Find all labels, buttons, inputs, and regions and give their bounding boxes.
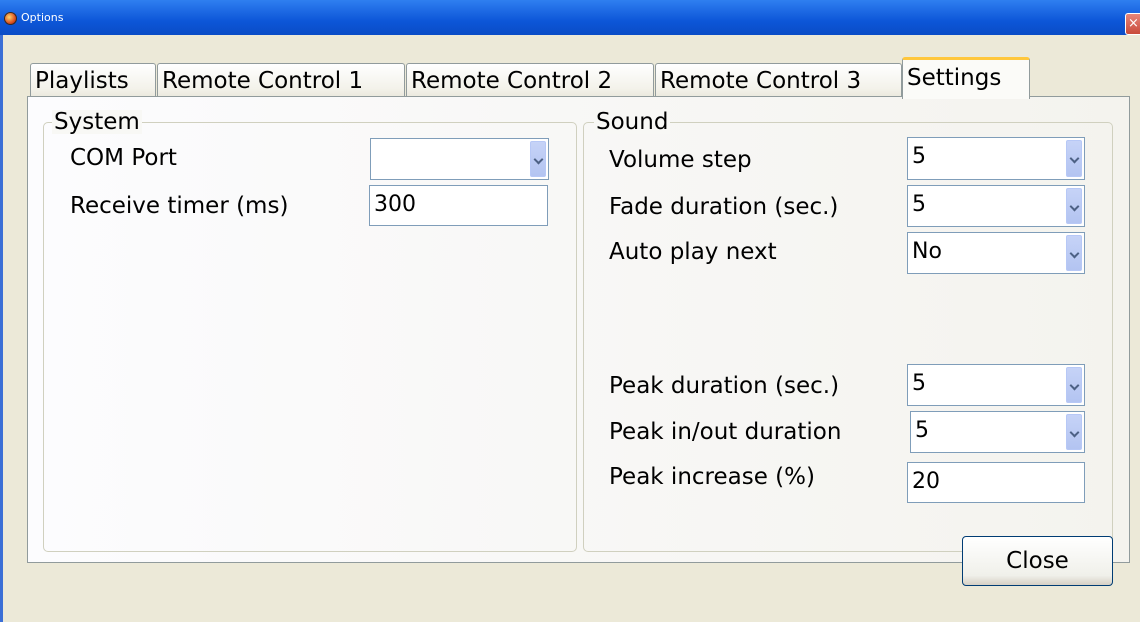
peak-inout-value: 5 bbox=[915, 418, 929, 443]
system-legend: System bbox=[52, 109, 142, 135]
window-title: Options bbox=[21, 11, 64, 24]
chevron-down-icon[interactable] bbox=[1066, 235, 1082, 271]
receive-timer-input[interactable]: 300 bbox=[369, 185, 548, 226]
peak-duration-select[interactable]: 5 bbox=[907, 364, 1085, 406]
peak-duration-value: 5 bbox=[912, 371, 926, 396]
chevron-down-icon[interactable] bbox=[1066, 367, 1082, 403]
peak-increase-input[interactable]: 20 bbox=[907, 462, 1085, 503]
volume-step-label: Volume step bbox=[609, 147, 752, 173]
chevron-down-icon[interactable] bbox=[1066, 188, 1082, 224]
chevron-down-icon[interactable] bbox=[530, 141, 546, 177]
volume-step-select[interactable]: 5 bbox=[907, 137, 1085, 180]
chevron-down-icon[interactable] bbox=[1066, 414, 1082, 450]
app-icon bbox=[4, 12, 17, 25]
receive-timer-label: Receive timer (ms) bbox=[70, 193, 289, 219]
fade-duration-select[interactable]: 5 bbox=[907, 185, 1085, 227]
auto-play-next-label: Auto play next bbox=[609, 239, 777, 265]
tab-remote-control-1[interactable]: Remote Control 1 bbox=[157, 63, 405, 99]
chevron-down-icon[interactable] bbox=[1066, 140, 1082, 177]
tab-settings[interactable]: Settings bbox=[902, 57, 1030, 99]
peak-inout-select[interactable]: 5 bbox=[910, 411, 1085, 453]
close-button[interactable]: Close bbox=[962, 536, 1113, 586]
title-bar: Options × bbox=[0, 0, 1140, 35]
window-close-icon[interactable]: × bbox=[1125, 13, 1140, 35]
tab-remote-control-3[interactable]: Remote Control 3 bbox=[655, 63, 902, 99]
peak-increase-label: Peak increase (%) bbox=[609, 464, 815, 490]
peak-duration-label: Peak duration (sec.) bbox=[609, 373, 840, 399]
fade-duration-value: 5 bbox=[912, 192, 926, 217]
tab-playlists[interactable]: Playlists bbox=[30, 63, 156, 99]
fade-duration-label: Fade duration (sec.) bbox=[609, 194, 839, 220]
auto-play-next-value: No bbox=[912, 239, 942, 264]
com-port-label: COM Port bbox=[70, 145, 177, 171]
auto-play-next-select[interactable]: No bbox=[907, 232, 1085, 274]
peak-inout-label: Peak in/out duration bbox=[609, 419, 842, 445]
volume-step-value: 5 bbox=[912, 144, 926, 169]
sound-legend: Sound bbox=[594, 109, 671, 135]
tab-remote-control-2[interactable]: Remote Control 2 bbox=[406, 63, 654, 99]
com-port-select[interactable] bbox=[370, 138, 549, 180]
